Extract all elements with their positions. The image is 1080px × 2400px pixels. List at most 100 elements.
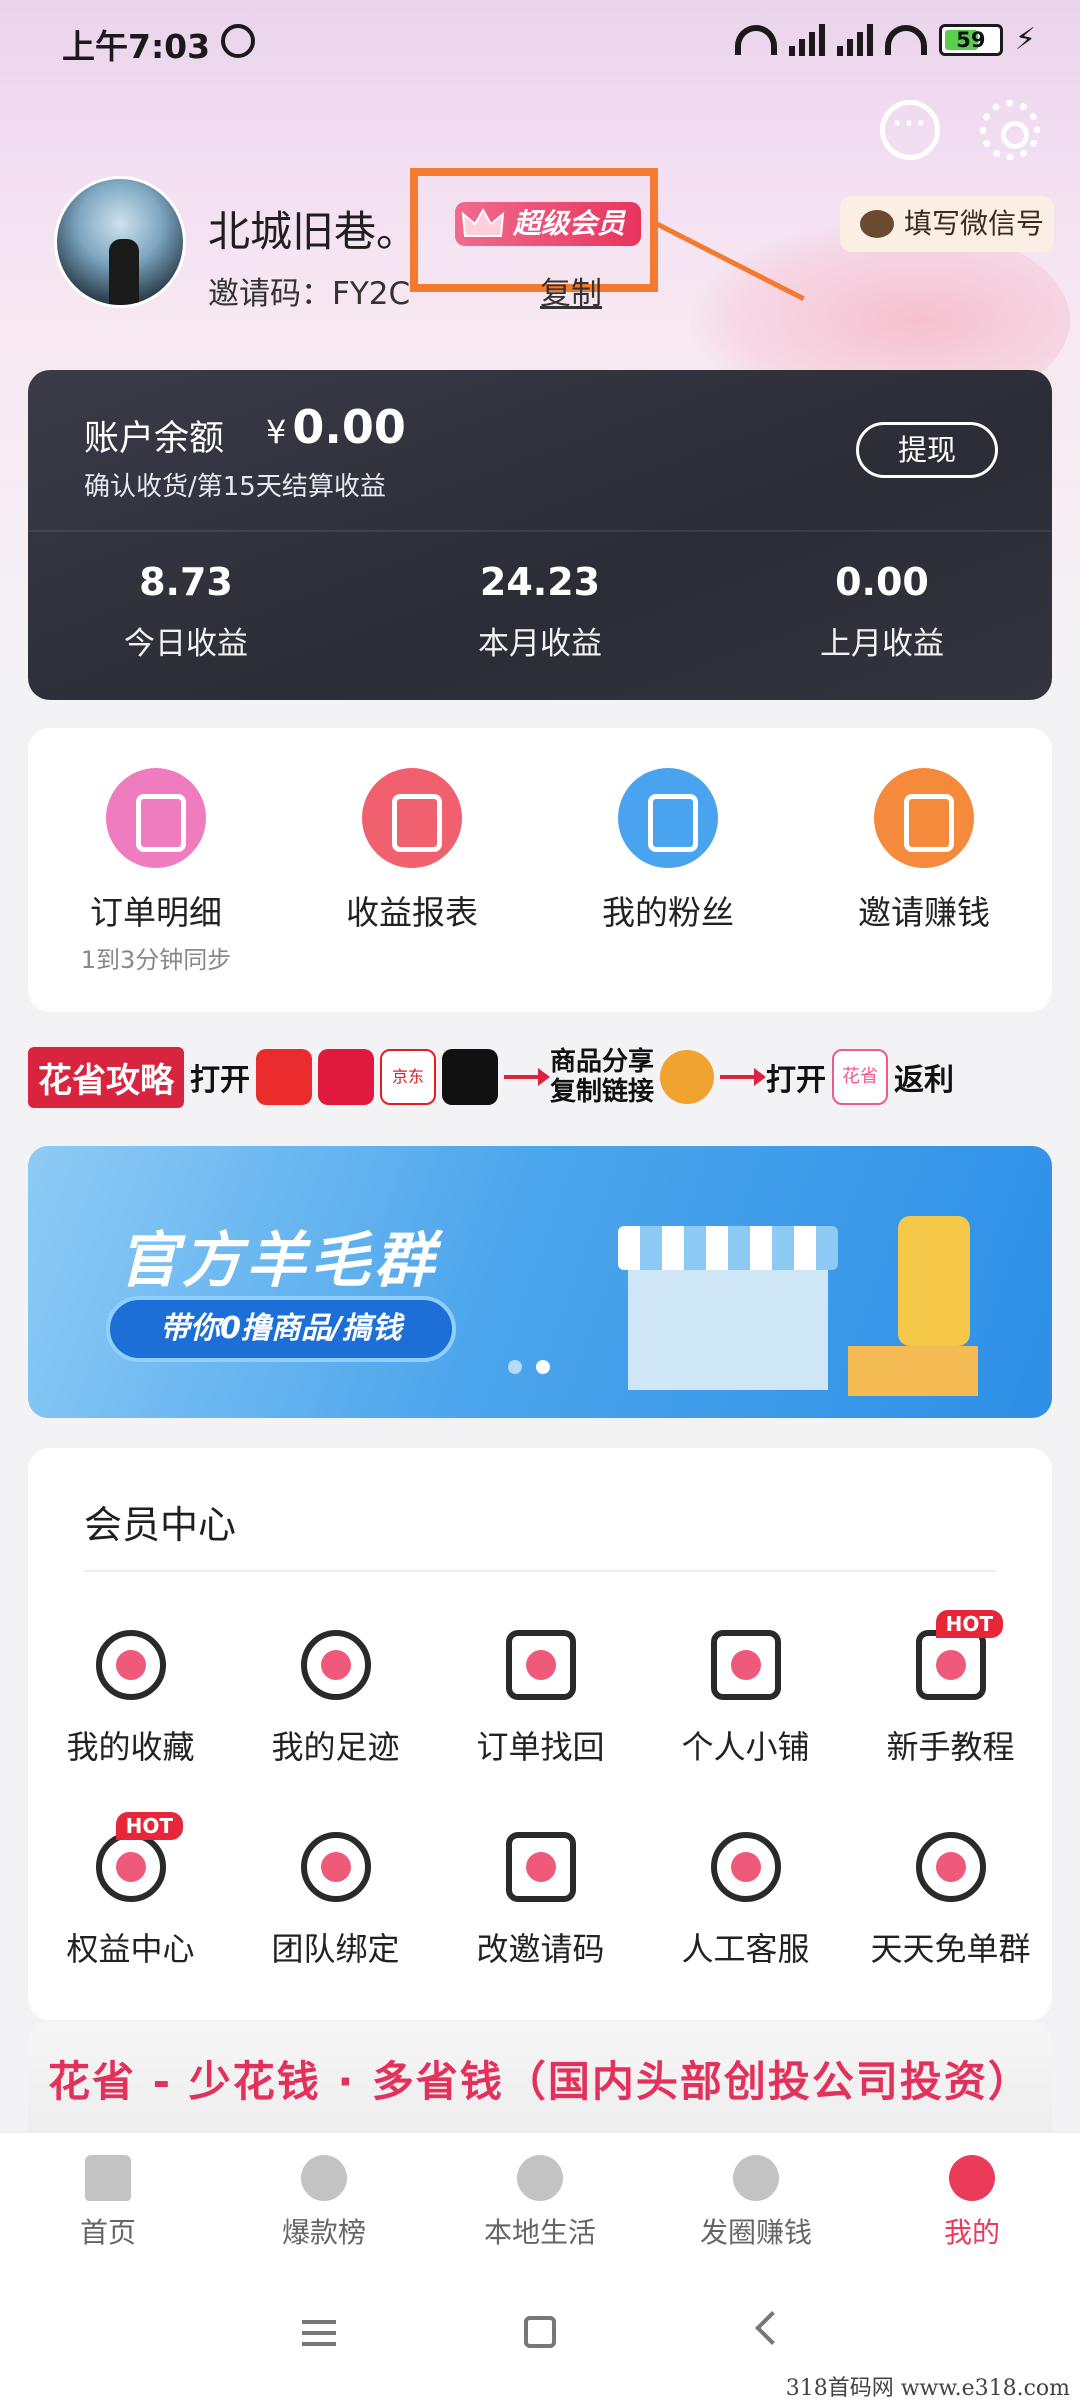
tab-local-life[interactable]: 本地生活: [432, 2133, 648, 2270]
status-time: 上午7:03: [62, 27, 211, 66]
stat-label: 本月收益: [478, 626, 602, 662]
shortcut-earnings-report[interactable]: 收益报表: [284, 768, 540, 934]
yen-ticket-icon: [362, 768, 462, 868]
tab-home[interactable]: 首页: [0, 2133, 216, 2270]
member-item-free-order-group[interactable]: 天天免单群: [848, 1832, 1053, 1970]
tab-label: 发圈赚钱: [699, 2216, 812, 2249]
balance-card: 账户余额 ¥0.00 确认收货/第15天结算收益 提现 8.73 今日收益 24…: [28, 370, 1052, 700]
wifi-icon: [884, 24, 927, 55]
clock-icon: [300, 1630, 371, 1700]
tab-mine[interactable]: 我的: [864, 2133, 1080, 2270]
member-item-tutorial[interactable]: HOT 新手教程: [848, 1610, 1053, 1768]
banner-title: 官方羊毛群: [118, 1226, 438, 1296]
banner-pill: 带你0撸商品/搞钱: [106, 1296, 456, 1362]
stat-value: 24.23: [479, 560, 601, 604]
member-item-benefits[interactable]: HOT 权益中心: [28, 1812, 233, 1970]
pencil-icon: [505, 1832, 576, 1902]
withdraw-button[interactable]: 提现: [856, 422, 998, 478]
tab-hot-list[interactable]: 爆款榜: [216, 2133, 432, 2270]
tab-label: 爆款榜: [281, 2216, 366, 2249]
douyin-icon: [442, 1049, 498, 1105]
battery-level: 59: [956, 27, 986, 52]
flower-icon: [300, 1832, 371, 1902]
huasheng-logo: 花省: [832, 1049, 889, 1105]
tab-label: 首页: [79, 2216, 136, 2249]
gear-icon[interactable]: [980, 100, 1040, 160]
member-item-label: 天天免单群: [870, 1930, 1031, 1968]
member-item-label: 权益中心: [66, 1930, 195, 1968]
balance-number: 0.00: [292, 400, 406, 454]
currency-symbol: ¥: [266, 413, 287, 451]
jd-icon: 京东: [380, 1049, 436, 1105]
promo-banner[interactable]: 官方羊毛群 带你0撸商品/搞钱: [28, 1146, 1052, 1418]
shop-illustration: [588, 1186, 1008, 1406]
shortcut-sub: 1到3分钟同步: [80, 946, 232, 974]
alarm-icon: [221, 24, 255, 58]
tab-label: 我的: [943, 2216, 1000, 2249]
menu-icon[interactable]: [302, 2320, 336, 2346]
guide-strip[interactable]: 花省攻略 打开 京东 商品分享 复制链接 打开 花省 返利: [28, 1040, 1052, 1114]
shortcut-label: 收益报表: [346, 893, 478, 932]
invite-code: 邀请码：FY2C: [208, 276, 411, 312]
member-item-footprints[interactable]: 我的足迹: [233, 1630, 438, 1768]
divider: [28, 530, 1052, 532]
hot-badge: HOT: [935, 1610, 1003, 1638]
home-icon: [85, 2155, 131, 2201]
status-bar: 上午7:03 59 ⚡: [0, 0, 1080, 84]
tab-label: 本地生活: [483, 2216, 596, 2249]
bottom-tab-bar: 首页 爆款榜 本地生活 发圈赚钱 我的: [0, 2132, 1080, 2270]
charging-icon: ⚡: [1014, 22, 1036, 57]
stat-today[interactable]: 8.73 今日收益: [36, 560, 336, 663]
shortcut-invite[interactable]: 邀请赚钱: [796, 768, 1052, 934]
member-item-label: 团队绑定: [271, 1930, 400, 1968]
member-item-personal-shop[interactable]: 个人小铺: [643, 1630, 848, 1768]
member-item-change-invite-code[interactable]: 改邀请码: [438, 1832, 643, 1970]
member-item-favorites[interactable]: 我的收藏: [28, 1630, 233, 1768]
user-card-icon: [618, 768, 718, 868]
shortcut-order-detail[interactable]: 订单明细 1到3分钟同步: [28, 768, 284, 975]
flame-icon: [301, 2155, 347, 2201]
home-button-icon[interactable]: [524, 2316, 556, 2348]
link-icon: [660, 1050, 715, 1104]
message-icon[interactable]: [880, 100, 940, 160]
document-search-icon: [505, 1630, 576, 1700]
tab-share-earn[interactable]: 发圈赚钱: [648, 2133, 864, 2270]
slogan-banner[interactable]: 花省 - 少花钱 · 多省钱（国内头部创投公司投资）: [28, 2022, 1052, 2142]
watermark: 318首码网 www.e318.com: [785, 2376, 1070, 2400]
stat-last-month[interactable]: 0.00 上月收益: [732, 560, 1032, 663]
member-item-customer-service[interactable]: 人工客服: [643, 1832, 848, 1970]
hot-badge: HOT: [115, 1812, 183, 1840]
member-item-label: 改邀请码: [476, 1930, 605, 1968]
copy-link[interactable]: 复制: [540, 268, 602, 313]
divider: [84, 1570, 996, 1572]
guide-share-text: 商品分享 复制链接: [550, 1047, 655, 1107]
shortcut-my-fans[interactable]: 我的粉丝: [540, 768, 796, 934]
member-item-label: 我的收藏: [66, 1728, 195, 1766]
fill-wechat-button[interactable]: 填写微信号: [840, 196, 1054, 252]
stat-month[interactable]: 24.23 本月收益: [390, 560, 690, 663]
avatar[interactable]: [54, 176, 186, 308]
back-icon[interactable]: [755, 2311, 789, 2345]
user-icon: [949, 2155, 995, 2201]
clipboard-icon: [106, 768, 206, 868]
taobao-icon: [256, 1049, 312, 1105]
battery-icon: 59: [938, 23, 1003, 56]
diamond-heart-icon: [95, 1832, 166, 1902]
balance-label: 账户余额: [84, 419, 225, 459]
headphones-icon: [710, 1832, 781, 1902]
shop-icon: [710, 1630, 781, 1700]
member-item-team-binding[interactable]: 团队绑定: [233, 1832, 438, 1970]
gift-icon: [874, 768, 974, 868]
member-center-title: 会员中心: [84, 1503, 237, 1547]
member-item-label: 人工客服: [681, 1930, 810, 1968]
balance-note: 确认收货/第15天结算收益: [84, 472, 386, 502]
star-icon: [95, 1630, 166, 1700]
compass-icon: [733, 2155, 779, 2201]
wechat-icon: [860, 210, 894, 238]
balance-amount: ¥0.00: [266, 400, 406, 454]
member-item-order-recovery[interactable]: 订单找回: [438, 1630, 643, 1768]
guide-open-text: 打开: [190, 1063, 250, 1098]
member-center-card: 会员中心 我的收藏 我的足迹 订单找回 个人小铺 HOT 新手教程 HOT 权益…: [28, 1448, 1052, 2020]
shortcut-card: 订单明细 1到3分钟同步 收益报表 我的粉丝 邀请赚钱: [28, 728, 1052, 1012]
stat-value: 0.00: [835, 560, 929, 604]
